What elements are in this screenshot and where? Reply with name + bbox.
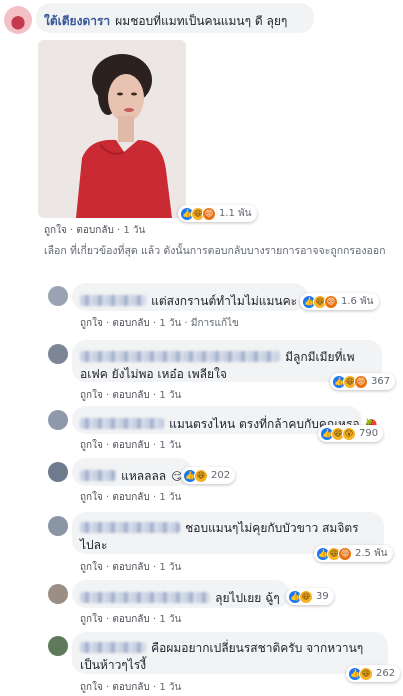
reply-actions: ถูกใจ · ตอบกลับ · 1 วัน — [80, 562, 182, 573]
reply-reactions[interactable]: 👍 😆 😮 790 — [318, 425, 384, 442]
haha-icon: 😆 — [299, 589, 313, 604]
haha-icon: 😆 — [359, 666, 373, 681]
reply-text: แต่สงกรานต์ทำไมไม่แมนคะ — [151, 294, 298, 308]
reply-avatar[interactable] — [48, 410, 68, 430]
reply-author-name[interactable] — [80, 418, 164, 429]
filter-notice: เลือก ที่เกี่ยวข้องที่สุด แล้ว ดังนั้นกา… — [44, 245, 386, 257]
reply-author-name[interactable] — [80, 592, 210, 603]
reply-avatar[interactable] — [48, 344, 68, 364]
reply-author-name[interactable] — [80, 295, 146, 306]
reply-actions: ถูกใจ · ตอบกลับ · 1 วัน — [80, 390, 182, 401]
reply-actions: ถูกใจ · ตอบกลับ · 1 วัน — [80, 682, 182, 693]
post-like-link[interactable]: ถูกใจ — [44, 225, 67, 236]
post-time[interactable]: 1 วัน — [123, 225, 145, 236]
reply-reply-link[interactable]: ตอบกลับ — [112, 318, 149, 329]
reply-avatar[interactable] — [48, 462, 68, 482]
post-reactions[interactable]: 👍 😆 😡 1.1 พัน — [178, 205, 257, 222]
reply-line: แหลลลล 😏 — [80, 465, 183, 486]
wow-icon: 😮 — [342, 426, 356, 441]
edited-label[interactable]: มีการแก้ไข — [191, 318, 239, 329]
post-comment-line: ใต้เตียงดารา ผมชอบที่แมทเป็นคนแมนๆ ดี ลุ… — [44, 10, 287, 31]
reply-author-name[interactable] — [80, 470, 116, 481]
reply-reactions[interactable]: 👍 😆 😡 1.6 พัน — [300, 293, 379, 310]
reply-line: คือผมอยากเปลี่ยนรสชาติครับ จากหวานๆ เป็น… — [80, 639, 384, 673]
reply-like-link[interactable]: ถูกใจ — [80, 318, 103, 329]
angry-icon: 😡 — [338, 546, 352, 561]
reply-author-name[interactable] — [80, 522, 180, 533]
reply-author-name[interactable] — [80, 642, 146, 653]
reply-line: ลุยไปเยย ฉู้ๆ — [80, 587, 280, 608]
post-comment-text: ผมชอบที่แมทเป็นคนแมนๆ ดี ลุยๆ — [115, 14, 288, 28]
reply-time[interactable]: 1 วัน — [159, 318, 181, 329]
post-author-avatar[interactable] — [4, 6, 32, 34]
reply-reactions[interactable]: 👍 😆 202 — [181, 467, 236, 484]
reply-text: แหลลลล — [121, 469, 167, 483]
reply-avatar[interactable] — [48, 584, 68, 604]
reply-reactions[interactable]: 👍 😆 262 — [346, 665, 401, 682]
angry-icon: 😡 — [202, 206, 216, 221]
reply-author-name[interactable] — [80, 351, 280, 362]
post-actions: ถูกใจ · ตอบกลับ · 1 วัน — [44, 225, 146, 236]
angry-icon: 😡 — [354, 374, 368, 389]
reply-reactions[interactable]: 👍 😆 39 — [286, 588, 334, 605]
reply-actions: ถูกใจ · ตอบกลับ · 1 วัน — [80, 440, 182, 451]
reply-text: ลุยไปเยย ฉู้ๆ — [215, 591, 280, 605]
reply-actions: ถูกใจ · ตอบกลับ · 1 วัน — [80, 492, 182, 503]
reply-reactions[interactable]: 👍 😆 😡 367 — [330, 373, 396, 390]
reply-actions: ถูกใจ · ตอบกลับ · 1 วัน · มีการแก้ไข — [80, 318, 239, 329]
reply-actions: ถูกใจ · ตอบกลับ · 1 วัน — [80, 614, 182, 625]
reply-avatar[interactable] — [48, 516, 68, 536]
post-reaction-count: 1.1 พัน — [219, 208, 252, 219]
haha-icon: 😆 — [194, 468, 208, 483]
reply-avatar[interactable] — [48, 286, 68, 306]
angry-icon: 😡 — [324, 294, 338, 309]
post-author-name[interactable]: ใต้เตียงดารา — [44, 14, 110, 28]
reply-avatar[interactable] — [48, 636, 68, 656]
reply-reactions[interactable]: 👍 😆 😡 2.5 พัน — [314, 545, 393, 562]
reply-line: แต่สงกรานต์ทำไมไม่แมนคะ — [80, 290, 297, 311]
post-photo[interactable] — [38, 40, 186, 218]
post-reply-link[interactable]: ตอบกลับ — [76, 225, 113, 236]
